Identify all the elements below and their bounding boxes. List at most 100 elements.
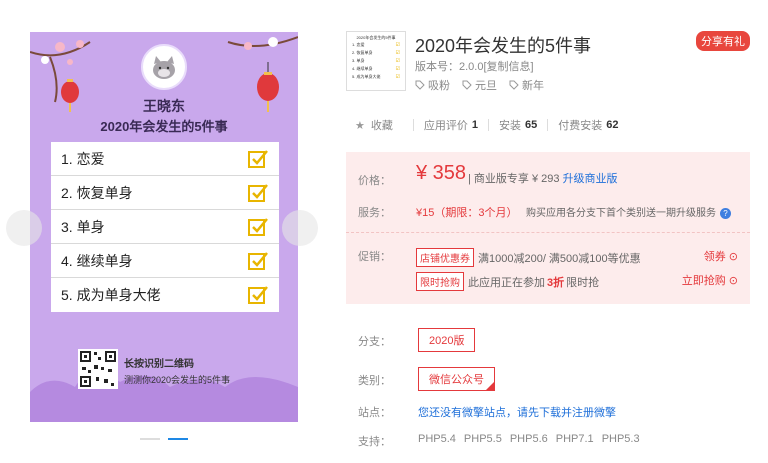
help-icon[interactable]: ? xyxy=(720,208,731,219)
paid-install-label: 付费安装 xyxy=(558,120,603,132)
support-label: 支持： xyxy=(358,436,391,448)
thumbnail-row-label: 4. 继续单身 xyxy=(352,66,373,71)
register-site-link[interactable]: 您还没有微擎站点，请先下载并注册微擎 xyxy=(418,404,616,420)
tag[interactable]: 吸粉 xyxy=(415,77,450,93)
tag-icon xyxy=(415,80,425,90)
paid-install-value: 62 xyxy=(606,119,619,131)
carousel-indicators xyxy=(140,438,188,440)
php-version: PHP5.4 xyxy=(418,433,456,445)
qr-instruction: 长按识别二维码 xyxy=(124,359,194,370)
thumbnail-title: 2020年会发生的5件事 xyxy=(356,35,396,40)
thumbnail-row: 2. 恢复单身 ☑ xyxy=(350,49,402,57)
carousel-next-button[interactable] xyxy=(282,210,318,246)
thumbnail-row: 5. 成为单身大佬 ☑ xyxy=(350,73,402,81)
list-item-label: 4. 继续单身 xyxy=(61,252,133,269)
checkbox-checked-icon xyxy=(248,217,268,236)
rating-label: 应用评价 xyxy=(423,120,468,132)
category-option-label: 微信公众号 xyxy=(429,374,484,386)
tag-list: 吸粉 元旦 新年 xyxy=(415,77,544,93)
buy-now-label: 立即抢购 xyxy=(681,275,726,287)
list-item-label: 2. 恢复单身 xyxy=(61,184,133,201)
business-price-text: | 商业版专享 ¥ 293 xyxy=(468,173,560,185)
coupon-text: 满1000减200/ 满500减100等优惠 xyxy=(478,252,641,265)
claim-coupon-link[interactable]: 领券 ⊙ xyxy=(704,248,738,264)
php-version: PHP5.6 xyxy=(509,433,548,445)
tag-icon xyxy=(462,80,472,90)
list-item: 1. 恋爱 xyxy=(51,142,279,176)
check-icon: ☑ xyxy=(395,66,400,72)
tag-label: 元旦 xyxy=(475,80,497,92)
user-name: 王晓东 xyxy=(143,98,185,114)
thumbnail-row-label: 2. 恢复单身 xyxy=(352,50,373,55)
category-option-button[interactable]: 微信公众号 xyxy=(418,367,495,391)
flash-sale-suffix: 限时抢 xyxy=(566,276,600,289)
flash-sale-tag: 限时抢购 xyxy=(416,272,464,291)
carousel-prev-button[interactable] xyxy=(6,210,42,246)
discount-value: 3折 xyxy=(547,276,565,289)
version-info[interactable]: 版本号：2.0.0[复制信息] xyxy=(415,58,534,74)
divider xyxy=(488,119,489,131)
share-reward-label: 分享有礼 xyxy=(701,36,745,48)
thumbnail-row-label: 1. 恋爱 xyxy=(352,42,365,47)
cat-avatar-icon xyxy=(153,56,175,79)
list-item: 4. 继续单身 xyxy=(51,244,279,278)
carousel-dot-active[interactable] xyxy=(168,438,188,440)
app-preview-card: 王晓东 2020年会发生的5件事 1. 恋爱 2. 恢复单身 3. 单身 4. … xyxy=(30,32,298,422)
stats-bar: ★ 收藏 应用评价 1 安装 65 付费安装 62 xyxy=(355,117,619,133)
upgrade-business-link[interactable]: 升级商业版 xyxy=(563,173,618,185)
coupon-tag: 店铺优惠券 xyxy=(416,248,474,267)
branch-label: 分支： xyxy=(358,336,391,348)
app-title: 2020年会发生的5件事 xyxy=(415,36,592,56)
branch-option-button[interactable]: 2020版 xyxy=(418,328,476,352)
checkbox-checked-icon xyxy=(248,183,268,202)
list-item-label: 1. 恋爱 xyxy=(61,150,105,167)
flash-sale-text: 此应用正在参加 xyxy=(468,276,545,289)
star-icon[interactable]: ★ xyxy=(355,119,365,132)
php-version: PHP5.5 xyxy=(463,433,502,445)
divider xyxy=(346,232,750,233)
qr-subtitle: 测测你2020会发生的5件事 xyxy=(124,375,231,385)
check-icon: ☑ xyxy=(395,74,400,80)
checkbox-checked-icon xyxy=(248,251,268,270)
preview-title: 2020年会发生的5件事 xyxy=(100,119,228,134)
thumbnail-row: 3. 单身 ☑ xyxy=(350,57,402,65)
app-thumbnail[interactable]: 2020年会发生的5件事 1. 恋爱 ☑ 2. 恢复单身 ☑ 3. 单身 ☑ 4. 继… xyxy=(346,31,406,91)
qr-code-area: 长按识别二维码 测测你2020会发生的5件事 xyxy=(51,317,279,392)
category-label: 类别： xyxy=(358,375,391,387)
install-label: 安装 xyxy=(499,120,521,132)
branch-option-label: 2020版 xyxy=(429,335,465,347)
chevron-right-icon: ⊙ xyxy=(728,275,738,287)
chevron-right-icon: ⊙ xyxy=(728,251,738,263)
check-icon: ☑ xyxy=(395,58,400,64)
selected-corner-icon xyxy=(485,381,495,391)
claim-coupon-label: 领券 xyxy=(703,251,726,263)
tag[interactable]: 元旦 xyxy=(462,77,497,93)
tag[interactable]: 新年 xyxy=(509,77,544,93)
price-value: ¥ 358 xyxy=(416,162,467,184)
share-reward-button[interactable]: 分享有礼 xyxy=(696,31,750,51)
php-support-list: PHP5.4 PHP5.5 PHP5.6 PHP7.1 PHP5.3 xyxy=(418,433,640,445)
pricing-panel: 价格： ¥ 358 | 商业版专享 ¥ 293 升级商业版 服务： ¥15（期限… xyxy=(346,152,750,304)
tag-label: 吸粉 xyxy=(428,80,450,92)
thumbnail-row-label: 5. 成为单身大佬 xyxy=(352,74,381,79)
php-version: PHP7.1 xyxy=(555,433,594,445)
price-label: 价格： xyxy=(358,175,391,187)
list-item: 5. 成为单身大佬 xyxy=(51,278,279,312)
php-version: PHP5.3 xyxy=(601,433,640,445)
thumbnail-row-label: 3. 单身 xyxy=(352,58,365,63)
favorite-label[interactable]: 收藏 xyxy=(371,117,393,133)
flash-sale-promo: 限时抢购 此应用正在参加 3折 限时抢 xyxy=(416,272,599,291)
check-icon: ☑ xyxy=(395,42,400,48)
check-icon: ☑ xyxy=(395,50,400,56)
carousel-dot[interactable] xyxy=(140,438,160,440)
list-item-label: 3. 单身 xyxy=(61,218,105,235)
business-price: | 商业版专享 ¥ 293 升级商业版 xyxy=(468,170,618,186)
divider xyxy=(547,119,549,131)
site-label: 站点： xyxy=(358,407,391,419)
buy-now-link[interactable]: 立即抢购 ⊙ xyxy=(682,272,738,288)
service-label: 服务： xyxy=(358,207,391,219)
checkbox-checked-icon xyxy=(248,286,268,304)
list-item-label: 5. 成为单身大佬 xyxy=(61,287,161,303)
checkbox-checked-icon xyxy=(248,149,268,168)
divider xyxy=(412,119,414,131)
